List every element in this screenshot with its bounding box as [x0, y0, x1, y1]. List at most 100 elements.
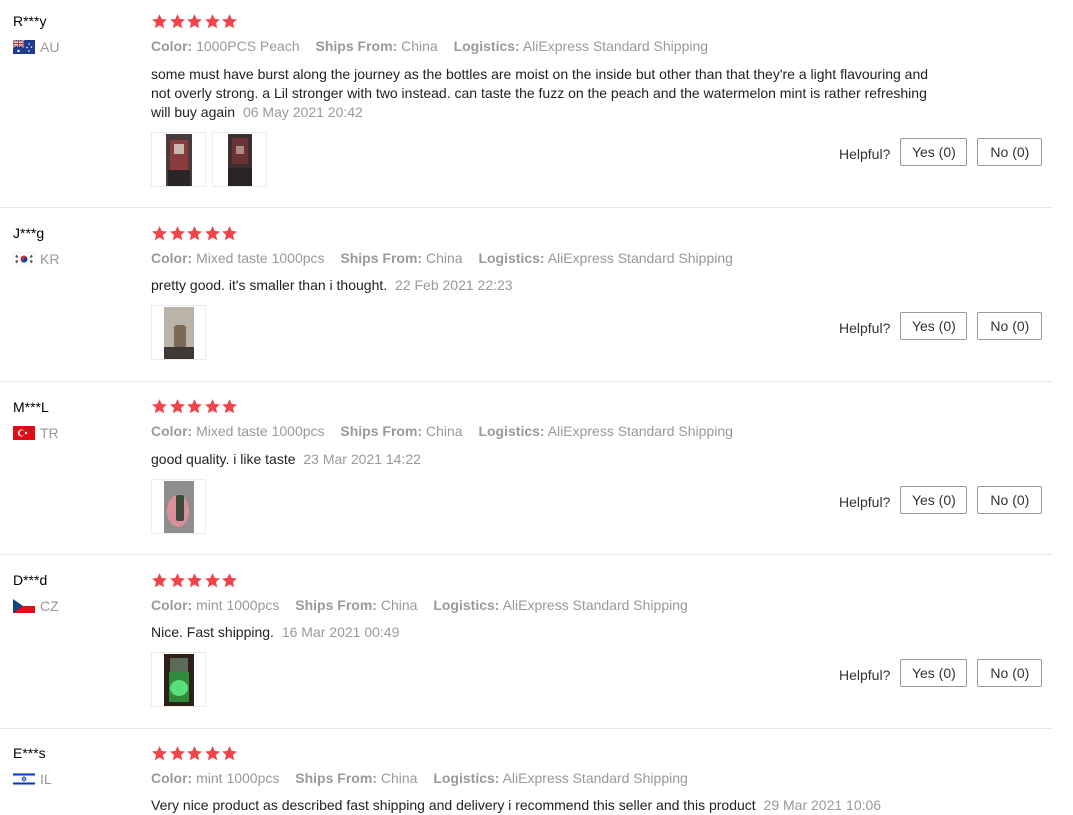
logistics-label: Logistics: [478, 423, 545, 439]
helpful-controls: Helpful? Yes (0) No (0) [839, 138, 1043, 166]
star-icon [186, 572, 203, 589]
star-icon [186, 225, 203, 242]
star-icon [221, 398, 238, 415]
helpful-no-button[interactable]: No (0) [977, 486, 1043, 514]
buyer-country: KR [13, 251, 59, 267]
helpful-controls: Helpful? Yes (0) No (0) [839, 659, 1043, 687]
buyer-country: IL [13, 771, 52, 787]
review-photo-thumbnail[interactable] [151, 305, 206, 360]
logistics-value: AliExpress Standard Shipping [502, 597, 688, 613]
review-photo-thumbnail[interactable] [151, 132, 206, 187]
order-info: Color: mint 1000pcs Ships From: China Lo… [151, 770, 700, 786]
country-code: IL [40, 771, 52, 787]
star-icon [204, 572, 221, 589]
star-icon [169, 13, 186, 30]
star-icon [169, 745, 186, 762]
review-photos [151, 132, 273, 187]
star-icon [151, 745, 168, 762]
star-icon [186, 398, 203, 415]
star-icon [151, 225, 168, 242]
review-text: good quality. i like taste [151, 451, 296, 467]
buyer-info: M***L TR [13, 398, 59, 441]
logistics-value: AliExpress Standard Shipping [522, 38, 709, 54]
ships-from-value: China [380, 770, 418, 786]
color-label: Color: [151, 597, 193, 613]
review-photos [151, 479, 212, 534]
flag-cz-icon [13, 599, 35, 613]
star-icon [169, 225, 186, 242]
order-info: Color: mint 1000pcs Ships From: China Lo… [151, 597, 700, 613]
ships-from-label: Ships From: [340, 423, 423, 439]
ships-from-value: China [425, 423, 463, 439]
star-icon [204, 398, 221, 415]
country-code: CZ [40, 598, 59, 614]
star-icon [221, 572, 238, 589]
buyer-info: E***s IL [13, 744, 52, 787]
color-label: Color: [151, 38, 193, 54]
ships-from-value: China [425, 250, 463, 266]
star-icon [204, 745, 221, 762]
helpful-yes-button[interactable]: Yes (0) [900, 659, 968, 687]
buyer-info: R***y AU [13, 12, 59, 55]
buyer-name: E***s [13, 745, 46, 761]
helpful-label: Helpful? [839, 145, 891, 162]
star-rating [151, 13, 239, 30]
review-photos [151, 652, 212, 707]
star-icon [186, 13, 203, 30]
review-date: 16 Mar 2021 00:49 [281, 624, 400, 640]
country-code: KR [40, 251, 60, 267]
review-photo-thumbnail[interactable] [212, 132, 267, 187]
star-icon [169, 398, 186, 415]
star-icon [186, 745, 203, 762]
star-icon [151, 398, 168, 415]
helpful-yes-button[interactable]: Yes (0) [900, 138, 968, 166]
buyer-info: J***g KR [13, 224, 59, 267]
ships-from-label: Ships From: [315, 38, 398, 54]
review-photo-thumbnail[interactable] [151, 479, 206, 534]
star-icon [151, 13, 168, 30]
helpful-no-button[interactable]: No (0) [977, 659, 1043, 687]
star-icon [221, 745, 238, 762]
buyer-country: TR [13, 425, 59, 441]
star-rating [151, 745, 239, 762]
flag-il-icon [13, 772, 35, 786]
buyer-info: D***d CZ [13, 571, 59, 614]
review-text: pretty good. it's smaller than i thought… [151, 277, 388, 293]
color-value: 1000PCS Peach [196, 38, 300, 54]
review-photo-thumbnail[interactable] [151, 652, 206, 707]
ships-from-value: China [401, 38, 438, 54]
color-label: Color: [151, 423, 193, 439]
review-item: J***g KR Color: Mixed taste 1000pcs Ship… [0, 208, 1052, 382]
helpful-controls: Helpful? Yes (0) No (0) [839, 312, 1043, 340]
helpful-label: Helpful? [839, 666, 891, 683]
buyer-name: D***d [13, 572, 48, 588]
review-date: 29 Mar 2021 10:06 [763, 797, 882, 813]
buyer-country: CZ [13, 598, 59, 614]
helpful-yes-button[interactable]: Yes (0) [900, 312, 968, 340]
star-icon [221, 225, 238, 242]
color-label: Color: [151, 250, 193, 266]
order-info: Color: Mixed taste 1000pcs Ships From: C… [151, 423, 745, 439]
logistics-value: AliExpress Standard Shipping [547, 250, 733, 266]
helpful-yes-button[interactable]: Yes (0) [900, 486, 968, 514]
flag-au-icon [13, 40, 35, 54]
helpful-no-button[interactable]: No (0) [977, 138, 1043, 166]
buyer-name: J***g [13, 225, 45, 241]
order-info: Color: 1000PCS Peach Ships From: China L… [151, 38, 720, 54]
review-item: D***d CZ Color: mint 1000pcs Ships From:… [0, 555, 1052, 729]
star-rating [151, 225, 239, 242]
star-icon [204, 13, 221, 30]
color-value: Mixed taste 1000pcs [196, 250, 325, 266]
ships-from-label: Ships From: [340, 250, 423, 266]
color-value: Mixed taste 1000pcs [196, 423, 325, 439]
helpful-no-button[interactable]: No (0) [977, 312, 1043, 340]
review-content: pretty good. it's smaller than i thought… [151, 276, 941, 295]
photo-image [227, 133, 252, 186]
logistics-label: Logistics: [453, 38, 520, 54]
photo-image [165, 133, 192, 186]
photo-image [163, 480, 194, 533]
color-label: Color: [151, 770, 193, 786]
review-date: 22 Feb 2021 22:23 [395, 277, 513, 293]
logistics-label: Logistics: [478, 250, 545, 266]
flag-tr-icon [13, 426, 35, 440]
